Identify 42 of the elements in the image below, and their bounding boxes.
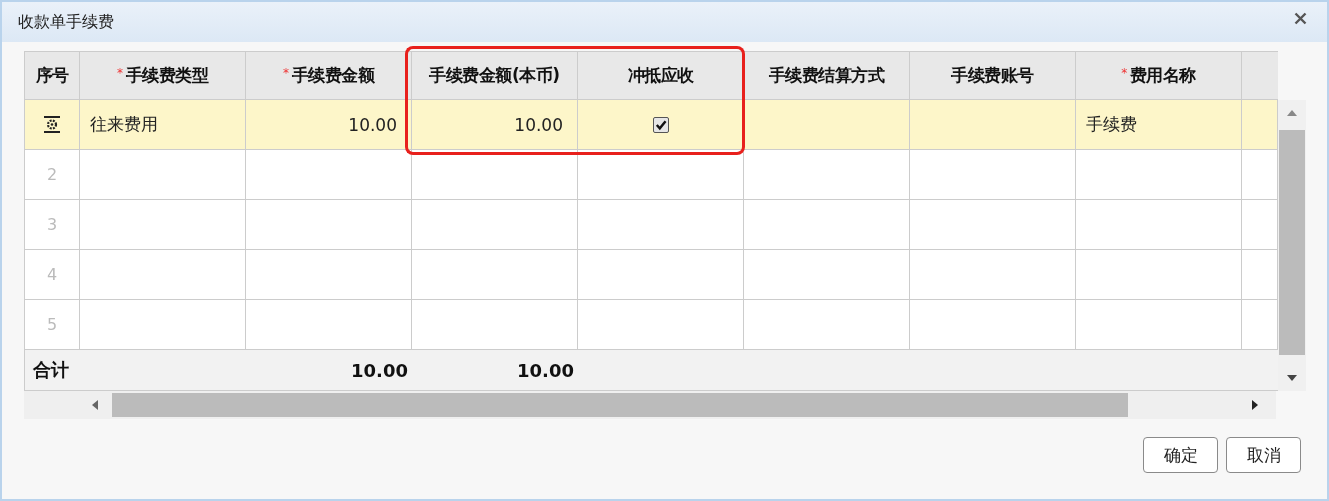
total-cell: 10.00	[246, 350, 412, 391]
table-cell	[1242, 300, 1278, 350]
column-title: 费用名称	[1129, 64, 1196, 87]
table-cell: 10.00	[412, 100, 578, 150]
column-title: 序号	[35, 64, 69, 87]
checkbox[interactable]	[652, 116, 669, 133]
table-cell	[1242, 200, 1278, 250]
column-title: 手续费结算方式	[768, 64, 885, 87]
table-cell	[1242, 100, 1278, 150]
scroll-right-icon[interactable]	[1252, 400, 1258, 410]
required-mark: *	[283, 66, 289, 80]
row-number-cell[interactable]: 4	[25, 250, 80, 300]
table-cell: 10.00	[246, 100, 412, 150]
row-number-cell[interactable]: 2	[25, 150, 80, 200]
row-number-cell[interactable]	[25, 100, 80, 150]
column-title: 冲抵应收	[627, 64, 694, 87]
vertical-scrollbar[interactable]	[1278, 100, 1306, 391]
required-mark: *	[117, 66, 123, 80]
scroll-up-icon[interactable]	[1287, 110, 1297, 116]
close-icon[interactable]	[1294, 11, 1307, 25]
table-cell	[1242, 250, 1278, 300]
total-label: 合计	[25, 350, 80, 391]
window-title: 收款单手续费	[18, 11, 114, 33]
scroll-left-icon[interactable]	[92, 400, 98, 410]
row-number-cell[interactable]: 5	[25, 300, 80, 350]
scroll-down-icon[interactable]	[1287, 375, 1297, 381]
column-title: 手续费类型	[125, 64, 208, 87]
scrollbar-thumb[interactable]	[112, 393, 1128, 417]
column-title: 手续费账号	[951, 64, 1034, 87]
table-cell: 手续费	[1076, 100, 1242, 150]
total-cell: 10.00	[412, 350, 578, 391]
column-title: 手续费金额(本币)	[429, 64, 560, 87]
required-mark: *	[1121, 66, 1127, 80]
dialog-button[interactable]: 取消	[1226, 437, 1301, 473]
horizontal-scrollbar[interactable]	[24, 391, 1276, 419]
scrollbar-thumb[interactable]	[1279, 130, 1305, 355]
gear-icon[interactable]	[43, 116, 61, 133]
row-number-cell[interactable]: 3	[25, 200, 80, 250]
table-cell: 往来费用	[80, 100, 246, 150]
column-title: 手续费金额	[291, 64, 374, 87]
table-cell	[1242, 150, 1278, 200]
dialog-button[interactable]: 确定	[1143, 437, 1218, 473]
